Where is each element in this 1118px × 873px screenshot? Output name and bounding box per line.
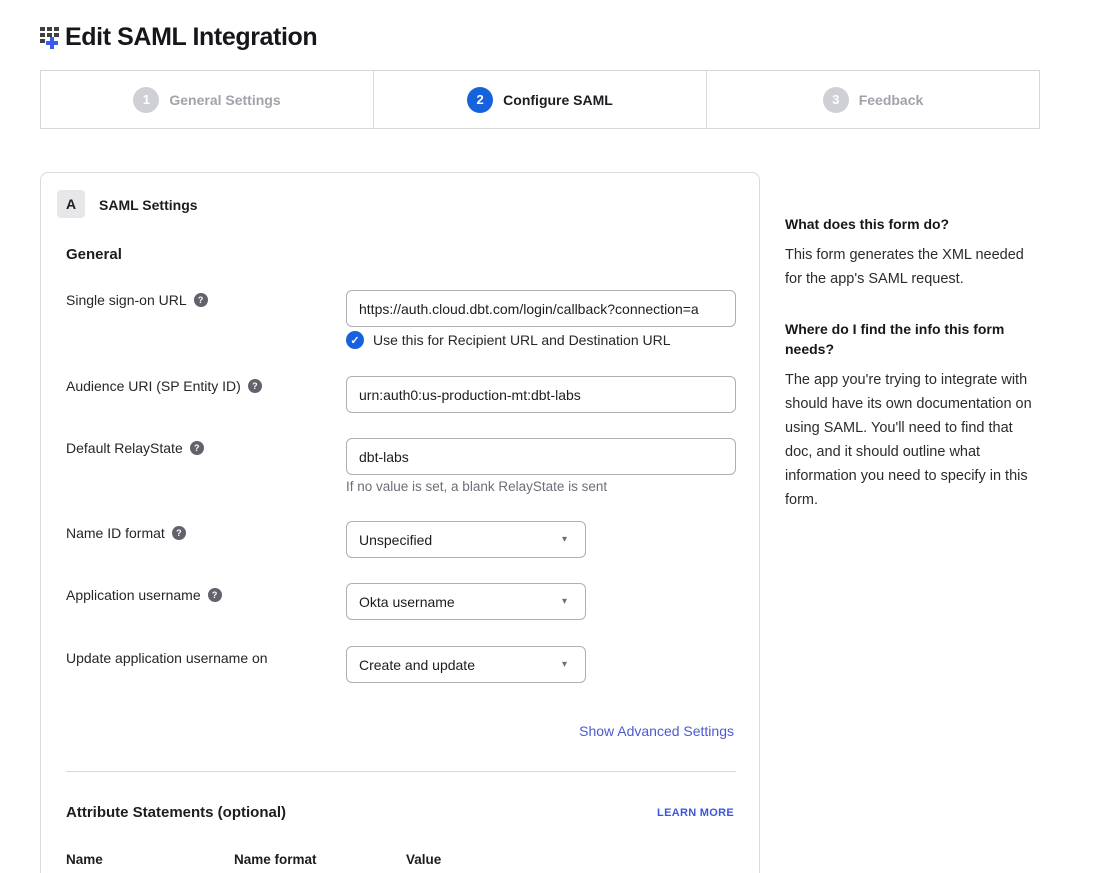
attr-column-name-format: Name format [234,852,317,867]
nameid-format-label-text: Name ID format [66,525,165,541]
attribute-statements-heading: Attribute Statements (optional) [66,804,286,821]
show-advanced-settings-link[interactable]: Show Advanced Settings [579,723,734,739]
panel-title: SAML Settings [99,197,198,213]
attr-column-name: Name [66,852,103,867]
step-feedback[interactable]: 3 Feedback [706,71,1039,128]
step-1-circle: 1 [133,87,159,113]
chevron-down-icon: ▾ [562,534,567,545]
step-3-circle: 3 [823,87,849,113]
update-username-select[interactable]: Create and update ▾ [346,646,586,683]
help-sidebar: What does this form do? This form genera… [785,214,1041,512]
relaystate-label: Default RelayState ? [66,440,204,456]
update-username-label: Update application username on [66,650,268,666]
step-2-label: Configure SAML [503,92,613,108]
edit-saml-integration-page: Edit SAML Integration 1 General Settings… [0,0,1118,873]
recipient-destination-checkbox-label: Use this for Recipient URL and Destinati… [373,332,671,348]
nameid-format-help-icon[interactable]: ? [172,526,186,540]
step-1-label: General Settings [169,92,280,108]
nameid-format-label: Name ID format ? [66,525,186,541]
update-username-label-text: Update application username on [66,650,268,666]
audience-uri-help-icon[interactable]: ? [248,379,262,393]
step-3-label: Feedback [859,92,924,108]
chevron-down-icon: ▾ [562,659,567,670]
step-wizard: 1 General Settings 2 Configure SAML 3 Fe… [40,70,1040,129]
nameid-format-value: Unspecified [359,532,432,548]
relaystate-input[interactable] [346,438,736,475]
learn-more-link[interactable]: LEARN MORE [657,807,734,819]
relaystate-help-icon[interactable]: ? [190,441,204,455]
sso-recipient-checkbox-row: ✓ Use this for Recipient URL and Destina… [346,331,671,349]
attr-column-value: Value [406,852,441,867]
help-answer-1: This form generates the XML needed for t… [785,243,1041,291]
relaystate-hint: If no value is set, a blank RelayState i… [346,479,607,494]
page-header: Edit SAML Integration [38,22,317,52]
audience-uri-input[interactable] [346,376,736,413]
step-general-settings[interactable]: 1 General Settings [41,71,373,128]
recipient-destination-checkbox[interactable]: ✓ [346,331,364,349]
relaystate-label-text: Default RelayState [66,440,183,456]
chevron-down-icon: ▾ [562,596,567,607]
app-username-value: Okta username [359,594,455,610]
app-username-label: Application username ? [66,587,222,603]
update-username-value: Create and update [359,657,475,673]
saml-settings-panel: A SAML Settings General Single sign-on U… [40,172,760,873]
sso-url-label: Single sign-on URL ? [66,292,208,308]
help-answer-2: The app you're trying to integrate with … [785,368,1041,512]
help-question-2: Where do I find the info this form needs… [785,319,1041,359]
section-divider [66,771,736,772]
sso-url-help-icon[interactable]: ? [194,293,208,307]
sso-url-label-text: Single sign-on URL [66,292,187,308]
nameid-format-select[interactable]: Unspecified ▾ [346,521,586,558]
step-configure-saml[interactable]: 2 Configure SAML [373,71,706,128]
app-grid-plus-icon [38,22,64,52]
general-section-heading: General [66,246,122,263]
app-username-label-text: Application username [66,587,201,603]
app-username-help-icon[interactable]: ? [208,588,222,602]
sso-url-input[interactable] [346,290,736,327]
help-question-1: What does this form do? [785,214,1041,234]
audience-uri-label: Audience URI (SP Entity ID) ? [66,378,262,394]
page-title: Edit SAML Integration [65,23,317,52]
section-a-badge: A [57,190,85,218]
audience-uri-label-text: Audience URI (SP Entity ID) [66,378,241,394]
app-username-select[interactable]: Okta username ▾ [346,583,586,620]
step-2-circle: 2 [467,87,493,113]
